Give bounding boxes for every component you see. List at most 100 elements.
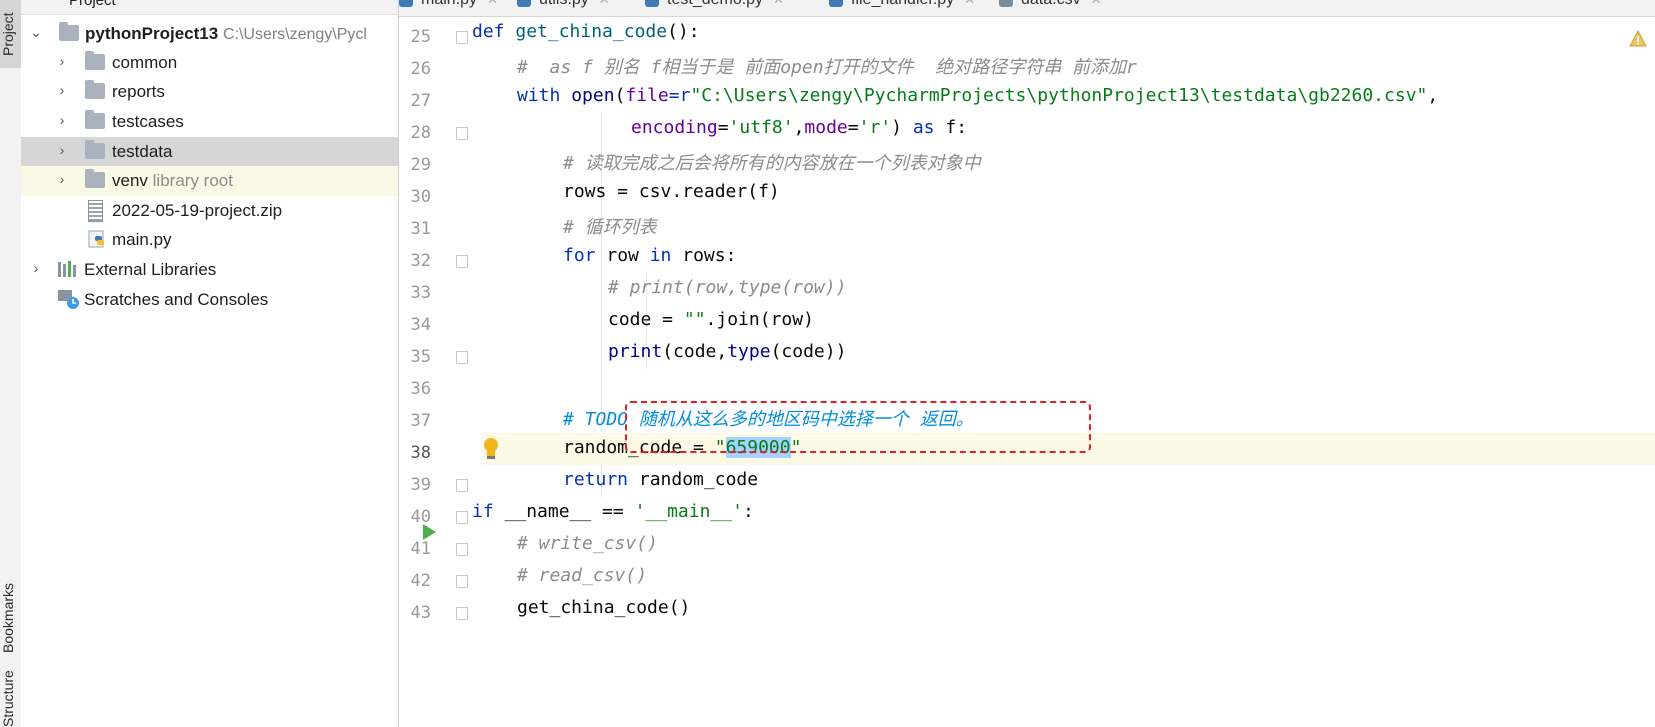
code-area[interactable]: def get_china_code(): # as f 别名 f相当于是 前面… xyxy=(472,17,1655,727)
tree-item-project-root[interactable]: ⌄ pythonProject13 C:\Users\zengy\Pycl xyxy=(21,19,398,49)
line-number: 25 xyxy=(410,27,431,47)
close-icon[interactable]: ✕ xyxy=(1091,0,1102,7)
tab-main-py[interactable]: main.py✕ xyxy=(399,0,498,16)
scratches-icon xyxy=(58,288,80,310)
line-number: 33 xyxy=(410,283,431,303)
structure-tool-button[interactable]: Structure xyxy=(0,670,21,727)
line-number: 39 xyxy=(410,475,431,495)
line-number: 35 xyxy=(410,347,431,367)
line-number: 43 xyxy=(410,603,431,623)
project-tool-button[interactable]: Project xyxy=(0,0,21,68)
code-line-26[interactable]: # as f 别名 f相当于是 前面open打开的文件 绝对路径字符串 前添加r xyxy=(483,49,1655,81)
lightbulb-icon[interactable] xyxy=(482,437,500,461)
line-number: 26 xyxy=(410,59,431,79)
chevron-right-icon[interactable]: › xyxy=(55,54,69,68)
close-icon[interactable]: ✕ xyxy=(487,0,498,7)
tree-item-main-py[interactable]: main.py xyxy=(21,225,398,255)
fold-marker-icon[interactable] xyxy=(456,351,468,364)
code-line-30[interactable]: rows = csv.reader(f) xyxy=(483,177,1655,209)
chevron-right-icon[interactable]: › xyxy=(55,83,69,97)
folder-icon xyxy=(85,110,105,129)
close-icon[interactable]: ✕ xyxy=(964,0,975,7)
line-number: 29 xyxy=(410,155,431,175)
python-file-icon xyxy=(829,0,843,7)
fold-marker-icon[interactable] xyxy=(456,607,468,620)
tab-test-demo-py[interactable]: test_demo.py✕ xyxy=(645,0,784,16)
editor-gutter[interactable]: 25 26 27 28 29 30 31 32 33 34 35 36 37 3… xyxy=(399,17,483,727)
chevron-right-icon[interactable]: › xyxy=(55,172,69,186)
chevron-right-icon[interactable]: › xyxy=(55,113,69,127)
line-number: 32 xyxy=(410,251,431,271)
run-icon[interactable] xyxy=(423,524,436,540)
code-line-34[interactable]: code = "".join(row) xyxy=(483,305,1655,337)
chevron-right-icon[interactable]: › xyxy=(29,261,43,275)
tab-file-handler-py[interactable]: file_handler.py✕ xyxy=(819,0,985,16)
library-root-label: library root xyxy=(152,171,233,190)
line-number: 37 xyxy=(410,411,431,431)
line-number: 41 xyxy=(410,539,431,559)
code-line-40[interactable]: if __name__ == '__main__': xyxy=(472,497,1655,529)
tree-item-label: common xyxy=(112,53,178,72)
code-line-28[interactable]: encoding='utf8',mode='r') as f: xyxy=(483,113,1655,145)
tree-item-testdata[interactable]: › testdata xyxy=(21,137,398,167)
code-line-32[interactable]: for row in rows: xyxy=(483,241,1655,273)
zip-file-icon xyxy=(88,200,103,222)
tab-data-csv[interactable]: data.csv✕ xyxy=(999,0,1102,16)
project-panel-header: Project xyxy=(21,0,398,15)
tree-item-reports[interactable]: › reports xyxy=(21,77,398,107)
annotation-highlight-box xyxy=(625,401,1091,453)
code-line-36[interactable] xyxy=(483,369,1655,401)
line-number: 42 xyxy=(410,571,431,591)
code-line-25[interactable]: def get_china_code(): xyxy=(472,17,1655,49)
tree-item-common[interactable]: › common xyxy=(21,48,398,78)
bookmarks-tool-button[interactable]: Bookmarks xyxy=(0,560,21,675)
code-line-41[interactable]: # write_csv() xyxy=(483,529,1655,561)
code-line-35[interactable]: print(code,type(code)) xyxy=(483,337,1655,369)
chevron-right-icon[interactable]: › xyxy=(55,143,69,157)
line-number-current: 38 xyxy=(410,443,431,463)
python-file-icon xyxy=(88,230,106,248)
line-number: 28 xyxy=(410,123,431,143)
project-path: C:\Users\zengy\Pycl xyxy=(222,26,367,43)
code-line-42[interactable]: # read_csv() xyxy=(483,561,1655,593)
fold-marker-icon[interactable] xyxy=(456,255,468,268)
tree-item-external-libraries[interactable]: › External Libraries xyxy=(21,255,398,285)
tree-item-scratches[interactable]: Scratches and Consoles xyxy=(21,285,398,315)
warning-icon[interactable] xyxy=(1629,30,1647,48)
tree-item-label: testdata xyxy=(112,142,173,161)
folder-icon xyxy=(85,169,105,188)
csv-file-icon xyxy=(999,0,1013,7)
fold-marker-icon[interactable] xyxy=(456,31,468,44)
libraries-icon xyxy=(58,261,78,277)
tree-item-venv[interactable]: › venv library root xyxy=(21,166,398,196)
code-line-33[interactable]: # print(row,type(row)) xyxy=(483,273,1655,305)
fold-marker-icon[interactable] xyxy=(456,575,468,588)
project-panel: Project ⌄ pythonProject13 C:\Users\zengy… xyxy=(21,0,399,727)
line-number: 34 xyxy=(410,315,431,335)
tree-item-testcases[interactable]: › testcases xyxy=(21,107,398,137)
code-line-29[interactable]: # 读取完成之后会将所有的内容放在一个列表对象中 xyxy=(483,145,1655,177)
tree-item-label: reports xyxy=(112,82,165,101)
code-line-43[interactable]: get_china_code() xyxy=(483,593,1655,625)
tab-utils-py[interactable]: utils.py✕ xyxy=(517,0,610,16)
close-icon[interactable]: ✕ xyxy=(773,0,784,7)
tree-item-zip[interactable]: 2022-05-19-project.zip xyxy=(21,196,398,226)
project-panel-title[interactable]: Project xyxy=(69,0,116,9)
fold-marker-icon[interactable] xyxy=(456,543,468,556)
chevron-down-icon[interactable]: ⌄ xyxy=(29,25,43,39)
fold-marker-icon[interactable] xyxy=(456,511,468,524)
folder-icon xyxy=(59,22,79,41)
fold-marker-icon[interactable] xyxy=(456,479,468,492)
close-icon[interactable]: ✕ xyxy=(599,0,610,7)
code-line-31[interactable]: # 循环列表 xyxy=(483,209,1655,241)
python-file-icon xyxy=(517,0,531,7)
fold-marker-icon[interactable] xyxy=(456,127,468,140)
code-line-27[interactable]: with open(file=r"C:\Users\zengy\PycharmP… xyxy=(483,81,1655,113)
tree-item-label: main.py xyxy=(112,230,172,249)
tree-item-label: testcases xyxy=(112,112,184,131)
editor-tab-bar: main.py✕ utils.py✕ test_demo.py✕ file_ha… xyxy=(399,0,1655,17)
tree-item-label: pythonProject13 C:\Users\zengy\Pycl xyxy=(85,24,367,43)
tree-item-label: venv library root xyxy=(112,171,233,190)
code-line-39[interactable]: return random_code xyxy=(483,465,1655,497)
tree-item-label: Scratches and Consoles xyxy=(84,290,269,309)
